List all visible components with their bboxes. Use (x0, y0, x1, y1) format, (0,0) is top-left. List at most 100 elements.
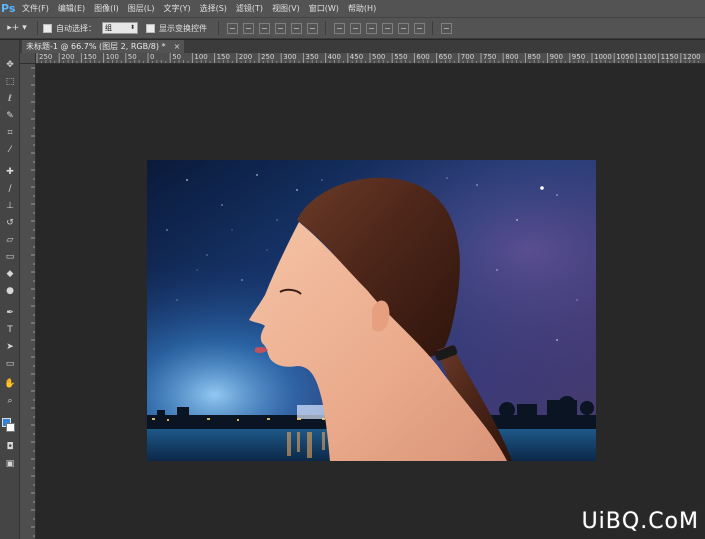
menu-select[interactable]: 选择(S) (200, 0, 227, 17)
options-bar: ▸+ ▾ 自动选择： 组 ⬍ 显示变换控件 (0, 17, 705, 39)
ruler-label: 400 (327, 53, 341, 61)
divider (432, 21, 433, 35)
ruler-label: 450 (349, 53, 364, 61)
ruler-label: 150 (83, 53, 97, 61)
quick-select-tool-icon[interactable]: ✎ (2, 109, 18, 123)
move-tool-preset-icon[interactable]: ▸+ ▾ (2, 20, 32, 36)
move-tool-icon[interactable]: ✥ (2, 58, 18, 72)
menu-type[interactable]: 文字(Y) (163, 0, 190, 17)
ruler-label: 200 (61, 53, 75, 61)
shape-tool-icon[interactable]: ▭ (2, 357, 18, 371)
marquee-tool-icon[interactable]: ⬚ (2, 75, 18, 89)
show-transform-checkbox[interactable] (146, 23, 155, 33)
menu-bar: Ps 文件(F) 编辑(E) 图像(I) 图层(L) 文字(Y) 选择(S) 滤… (0, 0, 705, 17)
ruler-ticks (31, 67, 35, 537)
ruler-label: 900 (549, 53, 563, 61)
align-left-icon[interactable] (274, 22, 286, 34)
night-sky-portrait-image (147, 160, 596, 461)
path-selection-tool-icon[interactable]: ➤ (2, 340, 18, 354)
gradient-tool-icon[interactable]: ▭ (2, 250, 18, 264)
auto-align-layers-icon[interactable] (440, 22, 452, 34)
divider (325, 21, 326, 35)
lasso-tool-icon[interactable]: ℓ (2, 92, 18, 106)
screen-mode-icon[interactable]: ▣ (2, 457, 18, 471)
clone-stamp-tool-icon[interactable]: ⊥ (2, 199, 18, 213)
ruler-label: 850 (527, 53, 541, 61)
distribute-vcenter-icon[interactable] (349, 22, 361, 34)
menu-image[interactable]: 图像(I) (94, 0, 119, 17)
crop-tool-icon[interactable]: ⌗ (2, 126, 18, 140)
ruler-label: 50 (127, 53, 137, 61)
menu-help[interactable]: 帮助(H) (348, 0, 376, 17)
ruler-label: 250 (261, 53, 275, 61)
ruler-label: 100 (105, 53, 119, 61)
menu-window[interactable]: 窗口(W) (309, 0, 339, 17)
ruler-label: 50 (172, 53, 182, 61)
menu-layer[interactable]: 图层(L) (128, 0, 155, 17)
distribute-top-icon[interactable] (333, 22, 345, 34)
ruler-label: 600 (416, 53, 430, 61)
photoshop-window: Ps 文件(F) 编辑(E) 图像(I) 图层(L) 文字(Y) 选择(S) 滤… (0, 0, 705, 539)
background-color-swatch[interactable] (6, 423, 15, 432)
hand-tool-icon[interactable]: ✋ (2, 377, 18, 391)
ruler-label: 150 (216, 53, 230, 61)
ruler-label: 550 (394, 53, 408, 61)
auto-select-label: 自动选择： (56, 23, 96, 33)
brush-tool-icon[interactable]: ∕ (2, 182, 18, 196)
menu-filter[interactable]: 滤镜(T) (236, 0, 263, 17)
blur-tool-icon[interactable]: ◆ (2, 267, 18, 281)
dodge-tool-icon[interactable]: ● (2, 284, 18, 298)
tools-panel: ✥ ⬚ ℓ ✎ ⌗ ⁄ ✚ ∕ ⊥ ↺ ▱ ▭ ◆ ● ✒ T ➤ ▭ ✋ ⌕ … (0, 40, 20, 539)
divider (218, 21, 219, 35)
auto-select-dropdown[interactable]: 组 ⬍ (102, 22, 138, 34)
app-logo: Ps (1, 2, 16, 15)
ruler-label: 1050 (616, 53, 635, 61)
distribute-right-icon[interactable] (413, 22, 425, 34)
document-tab-title: 未标题-1 @ 66.7% (图层 2, RGB/8) * (26, 42, 166, 51)
ruler-label: 1150 (660, 53, 679, 61)
document-tab-bar: 未标题-1 @ 66.7% (图层 2, RGB/8) * × (20, 40, 705, 53)
menu-edit[interactable]: 编辑(E) (58, 0, 85, 17)
auto-select-value: 组 (105, 24, 112, 32)
ruler-label: 200 (238, 53, 253, 61)
vertical-ruler[interactable] (20, 64, 36, 539)
ruler-label: 750 (483, 53, 497, 61)
ruler-label: 500 (372, 53, 386, 61)
auto-select-checkbox[interactable] (43, 23, 52, 33)
pen-tool-icon[interactable]: ✒ (2, 306, 18, 320)
show-transform-label: 显示变换控件 (159, 23, 207, 33)
align-top-icon[interactable] (226, 22, 238, 34)
ruler-label: 1000 (594, 53, 612, 61)
document-image[interactable] (147, 160, 596, 461)
horizontal-ruler[interactable]: 250 200 150 100 50 0 50 100 150 200 250 300 350 400 45… (36, 53, 705, 64)
ruler-origin[interactable] (20, 53, 36, 64)
divider (37, 21, 38, 35)
zoom-tool-icon[interactable]: ⌕ (2, 394, 18, 408)
ruler-label: 700 (460, 53, 475, 61)
align-hcenter-icon[interactable] (290, 22, 302, 34)
eyedropper-tool-icon[interactable]: ⁄ (2, 143, 18, 157)
distribute-hcenter-icon[interactable] (397, 22, 409, 34)
eraser-tool-icon[interactable]: ▱ (2, 233, 18, 247)
ruler-label: 0 (150, 53, 155, 61)
healing-brush-tool-icon[interactable]: ✚ (2, 165, 18, 179)
ruler-label: 100 (194, 53, 208, 61)
align-vcenter-icon[interactable] (242, 22, 254, 34)
history-brush-tool-icon[interactable]: ↺ (2, 216, 18, 230)
document-tab[interactable]: 未标题-1 @ 66.7% (图层 2, RGB/8) * × (22, 40, 185, 53)
distribute-bottom-icon[interactable] (365, 22, 377, 34)
ruler-label: 300 (283, 53, 297, 61)
distribute-left-icon[interactable] (381, 22, 393, 34)
type-tool-icon[interactable]: T (2, 323, 18, 337)
ruler-label: 1200 (682, 53, 701, 61)
menu-view[interactable]: 视图(V) (272, 0, 300, 17)
align-bottom-icon[interactable] (258, 22, 270, 34)
ruler-label: 350 (305, 53, 319, 61)
menu-file[interactable]: 文件(F) (22, 0, 49, 17)
quick-mask-icon[interactable]: ◘ (2, 440, 18, 454)
ruler-label: 800 (505, 53, 519, 61)
align-right-icon[interactable] (306, 22, 318, 34)
ruler-label: 250 (39, 53, 53, 61)
ruler-label: 650 (438, 53, 452, 61)
close-icon[interactable]: × (174, 40, 181, 53)
